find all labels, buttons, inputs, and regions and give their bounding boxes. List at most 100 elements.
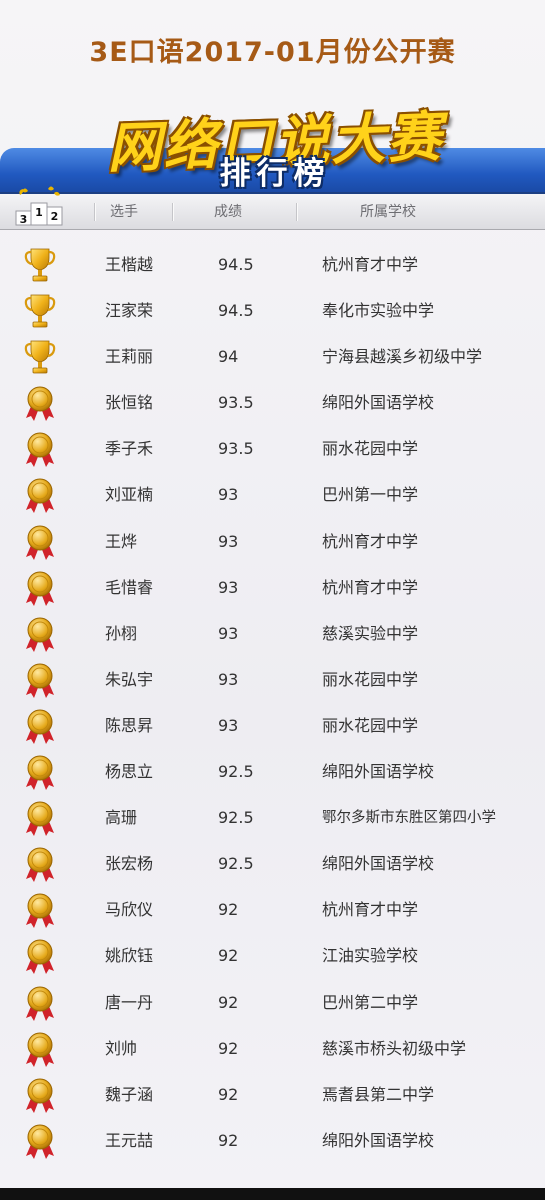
player-name: 王烨 <box>105 531 138 551</box>
podium-icon: 3 1 2 <box>15 186 63 226</box>
player-school: 慈溪市桥头初级中学 <box>322 1038 467 1058</box>
player-school: 杭州育才中学 <box>322 255 419 274</box>
list-item: 毛惜睿 93 杭州育才中学 <box>0 565 545 611</box>
list-item: 姚欣钰 92 江油实验学校 <box>0 933 545 979</box>
list-item: 王烨 93 杭州育才中学 <box>0 519 545 565</box>
podium-label-3: 3 <box>20 213 28 226</box>
player-school: 丽水花园中学 <box>322 715 419 735</box>
trophy-icon <box>22 246 58 284</box>
medal-icon <box>22 661 58 699</box>
player-name: 张恒铭 <box>105 393 154 413</box>
player-name: 季子禾 <box>105 439 154 459</box>
player-school: 丽水花园中学 <box>322 439 419 459</box>
player-score: 92.5 <box>218 854 254 874</box>
player-name: 王莉丽 <box>105 347 154 367</box>
player-name: 汪家荣 <box>105 301 154 321</box>
player-score: 93 <box>218 577 239 597</box>
player-name: 孙栩 <box>105 623 138 643</box>
list-item: 魏子涵 92 焉耆县第二中学 <box>0 1072 545 1118</box>
system-nav-bar <box>0 1188 545 1200</box>
player-score: 93 <box>218 623 239 643</box>
player-name: 唐一丹 <box>105 992 154 1012</box>
player-score: 93 <box>218 669 239 689</box>
player-score: 93.5 <box>218 439 254 459</box>
medal-icon <box>22 799 58 837</box>
medal-icon <box>22 615 58 653</box>
list-item: 张恒铭 93.5 绵阳外国语学校 <box>0 380 545 426</box>
page-title: 3E口语2017-01月份公开赛 <box>89 37 456 68</box>
player-school: 宁海县越溪乡初级中学 <box>322 347 483 367</box>
player-school: 焉耆县第二中学 <box>322 1084 435 1104</box>
header-divider <box>296 203 298 221</box>
table-header <box>0 194 545 230</box>
player-score: 92 <box>218 1084 239 1104</box>
player-score: 94.5 <box>218 301 254 321</box>
trophy-icon <box>22 338 58 376</box>
player-score: 93.5 <box>218 393 254 413</box>
medal-icon <box>22 569 58 607</box>
medal-icon <box>22 937 58 975</box>
column-header-score: 成绩 <box>214 204 242 220</box>
player-score: 93 <box>218 485 239 505</box>
player-name: 张宏杨 <box>105 854 154 874</box>
banner-subtitle: 排行榜 <box>219 156 331 192</box>
trophy-icon <box>22 292 58 330</box>
list-item: 孙栩 93 慈溪实验中学 <box>0 611 545 657</box>
player-score: 92.5 <box>218 762 254 782</box>
player-name: 姚欣钰 <box>105 946 154 966</box>
player-school: 江油实验学校 <box>322 946 419 966</box>
player-school: 巴州第一中学 <box>322 485 419 505</box>
list-item: 王楷越 94.5 杭州育才中学 <box>0 242 545 288</box>
medal-icon <box>22 1122 58 1160</box>
medal-icon <box>22 891 58 929</box>
medal-icon <box>22 707 58 745</box>
player-score: 92.5 <box>218 808 254 828</box>
player-score: 92 <box>218 992 239 1012</box>
player-school: 杭州育才中学 <box>322 900 419 920</box>
player-school: 奉化市实验中学 <box>322 301 435 321</box>
player-name: 朱弘宇 <box>105 669 154 689</box>
medal-icon <box>22 523 58 561</box>
player-school: 杭州育才中学 <box>322 577 419 597</box>
player-score: 94 <box>218 347 239 367</box>
player-school: 绵阳外国语学校 <box>322 762 435 782</box>
medal-icon <box>22 1076 58 1114</box>
list-item: 刘帅 92 慈溪市桥头初级中学 <box>0 1026 545 1072</box>
player-name: 王元喆 <box>105 1130 154 1150</box>
medal-icon <box>22 753 58 791</box>
medal-icon <box>22 430 58 468</box>
podium-label-2: 2 <box>51 210 59 223</box>
list-item: 刘亚楠 93 巴州第一中学 <box>0 472 545 518</box>
player-name: 刘帅 <box>105 1038 138 1058</box>
player-school: 绵阳外国语学校 <box>322 1130 435 1150</box>
list-item: 高珊 92.5 鄂尔多斯市东胜区第四小学 <box>0 795 545 841</box>
medal-icon <box>22 1030 58 1068</box>
list-item: 杨思立 92.5 绵阳外国语学校 <box>0 749 545 795</box>
player-score: 93 <box>218 531 239 551</box>
player-school: 丽水花园中学 <box>322 669 419 689</box>
list-item: 马欣仪 92 杭州育才中学 <box>0 887 545 933</box>
player-score: 92 <box>218 1038 239 1058</box>
player-name: 魏子涵 <box>105 1084 154 1104</box>
list-item: 汪家荣 94.5 奉化市实验中学 <box>0 288 545 334</box>
player-school: 鄂尔多斯市东胜区第四小学 <box>322 810 496 827</box>
list-item: 朱弘宇 93 丽水花园中学 <box>0 657 545 703</box>
player-name: 高珊 <box>105 808 138 828</box>
header-divider <box>94 203 96 221</box>
player-school: 巴州第二中学 <box>322 992 419 1012</box>
player-name: 陈思昇 <box>105 715 154 735</box>
ranking-list: 王楷越 94.5 杭州育才中学 汪家荣 94.5 奉化市实验中学 王莉丽 94 宁海县越溪乡… <box>0 242 545 1164</box>
column-header-player: 选手 <box>110 204 138 220</box>
column-header-school: 所属学校 <box>360 204 416 220</box>
medal-icon <box>22 845 58 883</box>
list-item: 陈思昇 93 丽水花园中学 <box>0 703 545 749</box>
player-school: 慈溪实验中学 <box>322 623 419 643</box>
player-score: 94.5 <box>218 255 254 274</box>
medal-icon <box>22 984 58 1022</box>
player-name: 毛惜睿 <box>105 577 154 597</box>
podium-label-1: 1 <box>35 206 43 219</box>
player-score: 93 <box>218 715 239 735</box>
list-item: 唐一丹 92 巴州第二中学 <box>0 980 545 1026</box>
player-name: 马欣仪 <box>105 900 154 920</box>
medal-icon <box>22 384 58 422</box>
